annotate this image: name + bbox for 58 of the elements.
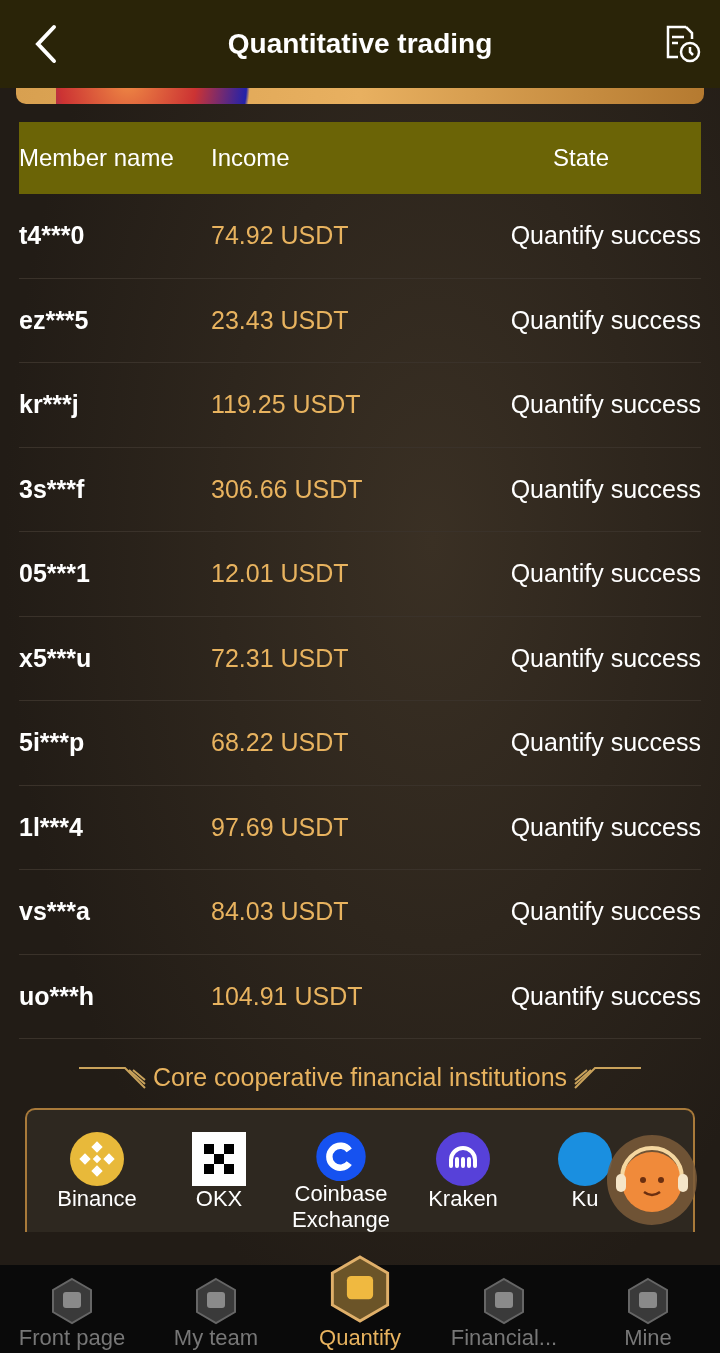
section-title: Core cooperative financial institutions [152,1063,568,1092]
member-name: 3s***f [19,474,86,504]
state-text: Quantify success [509,221,701,251]
income-amount: 23.43 USDT [211,305,350,335]
state-text: Quantify success [509,643,701,673]
income-amount: 104.91 USDT [211,981,364,1011]
state-text: Quantify success [509,812,701,842]
income-amount: 97.69 USDT [211,812,350,842]
member-name: 05***1 [19,559,91,589]
nav-tab[interactable]: Mine [576,1265,720,1353]
hexagon-icon [194,1277,238,1325]
nav-tab[interactable]: Financial... [432,1265,576,1353]
column-header: State [552,144,611,172]
nav-tab[interactable]: Front page [0,1265,144,1353]
income-amount: 119.25 USDT [211,390,362,420]
state-text: Quantify success [509,305,701,335]
partner-name: Ku [571,1186,599,1212]
m-logo-icon [436,1132,490,1186]
back-icon[interactable] [34,24,58,64]
logo-icon [558,1132,612,1186]
income-amount: 12.01 USDT [211,559,350,589]
income-amount: 84.03 USDT [211,897,350,927]
member-name: x5***u [19,643,93,673]
partner-name: Kraken [428,1186,498,1212]
state-text: Quantify success [509,897,701,927]
member-name: ez***5 [19,305,90,335]
state-text: Quantify success [509,390,701,420]
hexagon-icon [626,1277,670,1325]
member-name: 5i***p [19,728,86,758]
member-name: kr***j [19,390,80,420]
ornament-icon [573,1065,642,1090]
nav-tab[interactable]: My team [144,1265,288,1353]
column-header: Member name [19,144,175,172]
income-amount: 74.92 USDT [211,221,350,251]
hexagon-icon [328,1253,392,1325]
income-amount: 306.66 USDT [211,474,364,504]
income-amount: 68.22 USDT [211,728,350,758]
state-text: Quantify success [509,728,701,758]
hexagon-icon [482,1277,526,1325]
state-text: Quantify success [509,474,701,504]
member-name: 1l***4 [19,812,84,842]
member-name: t4***0 [19,221,86,251]
ornament-icon [78,1065,147,1090]
member-name: uo***h [19,981,95,1011]
column-header: Income [211,144,291,172]
checker-logo-icon [192,1132,246,1186]
support-avatar-icon[interactable] [606,1134,698,1226]
partner-name: Coinbase Exchange [291,1181,391,1232]
income-amount: 72.31 USDT [211,643,350,673]
state-text: Quantify success [509,559,701,589]
member-name: vs***a [19,897,91,927]
diamond-logo-icon [70,1132,124,1186]
hexagon-icon [50,1277,94,1325]
partner-name: Binance [57,1186,137,1212]
partner-name: OKX [195,1186,243,1212]
c-logo-icon [314,1132,368,1182]
state-text: Quantify success [509,981,701,1011]
page-title: Quantitative trading [227,28,493,60]
